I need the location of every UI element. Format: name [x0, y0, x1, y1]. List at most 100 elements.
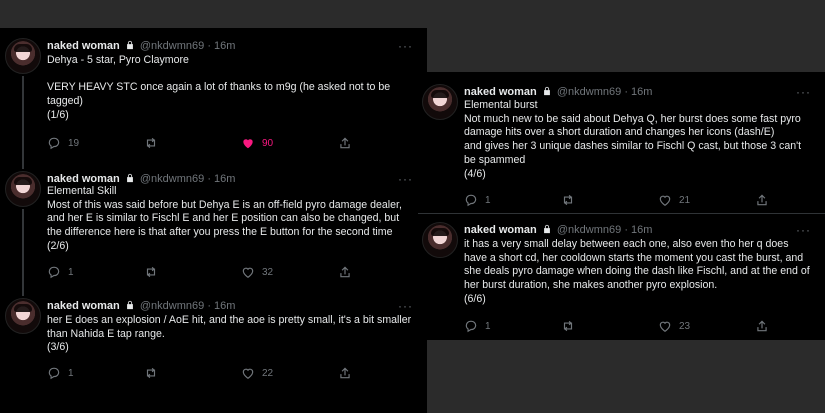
share-icon[interactable] [338, 265, 352, 279]
left-thread-panel: naked woman @nkdwmn69 · 16m ··· Dehya - … [0, 28, 427, 413]
separator-dot: · [624, 224, 628, 236]
tweet-header: naked woman @nkdwmn69 · 16m ··· [47, 38, 413, 54]
timestamp[interactable]: 16m [631, 224, 652, 236]
like-button[interactable]: 90 [241, 136, 338, 150]
reply-button[interactable]: 1 [464, 319, 561, 333]
like-count: 90 [262, 137, 274, 149]
more-options-icon[interactable]: ··· [796, 84, 811, 100]
avatar[interactable] [5, 38, 41, 74]
more-options-icon[interactable]: ··· [398, 38, 413, 54]
reply-count: 19 [68, 137, 80, 149]
reply-icon [465, 320, 477, 333]
tweet-text: Elemental Skill Most of this was said be… [47, 185, 402, 252]
tweet-4[interactable]: naked woman @nkdwmn69 · 16m ··· Elementa… [418, 72, 825, 213]
share-icon[interactable] [338, 366, 352, 380]
reply-button[interactable]: 1 [47, 265, 144, 279]
reply-icon [48, 367, 60, 380]
author-name[interactable]: naked woman [464, 86, 537, 98]
more-options-icon[interactable]: ··· [398, 298, 413, 314]
lock-icon [543, 86, 550, 96]
lock-icon [543, 224, 550, 234]
tweet-text: Elemental burst Not much new to be said … [464, 99, 802, 180]
like-button[interactable]: 22 [241, 366, 338, 380]
separator-dot: · [207, 173, 211, 185]
tweet-header: naked woman @nkdwmn69 · 16m ··· [47, 298, 413, 314]
retweet-icon [146, 367, 156, 379]
retweet-button[interactable] [144, 265, 241, 279]
tweet-header: naked woman @nkdwmn69 · 16m ··· [464, 222, 811, 238]
reply-icon [465, 194, 477, 207]
reply-icon [48, 266, 60, 279]
tweet-2[interactable]: naked woman @nkdwmn69 · 16m ··· Elementa… [0, 161, 427, 288]
lock-icon [126, 40, 133, 50]
tweet-actions: 19 90 [47, 135, 417, 151]
tweet-header: naked woman @nkdwmn69 · 16m ··· [464, 84, 811, 100]
timestamp[interactable]: 16m [214, 40, 235, 52]
retweet-button[interactable] [561, 193, 658, 207]
reply-button[interactable]: 1 [47, 366, 144, 380]
tweet-text: Dehya - 5 star, Pyro Claymore VERY HEAVY… [47, 54, 391, 121]
avatar[interactable] [5, 171, 41, 207]
thread-connector [22, 76, 24, 161]
avatar[interactable] [5, 298, 41, 334]
retweet-button[interactable] [144, 136, 241, 150]
thread-connector [22, 161, 24, 169]
more-options-icon[interactable]: ··· [796, 222, 811, 238]
timestamp[interactable]: 16m [214, 300, 235, 312]
author-handle[interactable]: @nkdwmn69 [557, 86, 621, 98]
reply-count: 1 [68, 367, 74, 379]
avatar[interactable] [422, 222, 458, 258]
tweet-actions: 1 23 [464, 318, 815, 334]
timestamp[interactable]: 16m [214, 173, 235, 185]
reply-count: 1 [68, 266, 74, 278]
lock-icon [126, 173, 133, 183]
avatar[interactable] [422, 84, 458, 120]
author-name[interactable]: naked woman [47, 300, 120, 312]
heart-icon [242, 368, 254, 379]
tweet-text: her E does an explosion / AoE hit, and t… [47, 314, 412, 354]
author-handle[interactable]: @nkdwmn69 [557, 224, 621, 236]
tweet-1[interactable]: naked woman @nkdwmn69 · 16m ··· Dehya - … [0, 28, 427, 161]
retweet-icon [563, 194, 573, 206]
thread-connector [22, 288, 24, 296]
author-name[interactable]: naked woman [47, 173, 120, 185]
lock-icon [126, 300, 133, 310]
share-icon[interactable] [755, 319, 769, 333]
author-name[interactable]: naked woman [47, 40, 120, 52]
author-handle[interactable]: @nkdwmn69 [140, 173, 204, 185]
retweet-button[interactable] [561, 319, 658, 333]
like-button[interactable]: 21 [658, 193, 755, 207]
separator-dot: · [207, 300, 211, 312]
heart-icon [659, 321, 671, 332]
reply-count: 1 [485, 194, 491, 206]
heart-icon [242, 267, 254, 278]
reply-button[interactable]: 19 [47, 136, 144, 150]
tweet-actions: 1 21 [464, 192, 815, 208]
like-button[interactable]: 32 [241, 265, 338, 279]
thread-connector [22, 209, 24, 288]
author-handle[interactable]: @nkdwmn69 [140, 300, 204, 312]
tweet-actions: 1 22 [47, 365, 417, 381]
like-count: 32 [262, 266, 274, 278]
share-icon[interactable] [338, 136, 352, 150]
tweet-5[interactable]: naked woman @nkdwmn69 · 16m ··· it has a… [418, 214, 825, 340]
author-handle[interactable]: @nkdwmn69 [140, 40, 204, 52]
like-count: 23 [679, 320, 691, 332]
tweet-3[interactable]: naked woman @nkdwmn69 · 16m ··· her E do… [0, 288, 427, 413]
reply-button[interactable]: 1 [464, 193, 561, 207]
right-thread-panel: naked woman @nkdwmn69 · 16m ··· Elementa… [418, 72, 825, 340]
share-icon[interactable] [755, 193, 769, 207]
author-name[interactable]: naked woman [464, 224, 537, 236]
tweet-text: it has a very small delay between each o… [464, 238, 810, 305]
tweet-actions: 1 32 [47, 264, 417, 280]
reply-icon [48, 137, 60, 150]
like-button[interactable]: 23 [658, 319, 755, 333]
separator-dot: · [207, 40, 211, 52]
like-count: 22 [262, 367, 274, 379]
retweet-icon [146, 137, 156, 149]
like-count: 21 [679, 194, 691, 206]
retweet-button[interactable] [144, 366, 241, 380]
retweet-icon [146, 266, 156, 278]
heart-icon [659, 195, 671, 206]
timestamp[interactable]: 16m [631, 86, 652, 98]
